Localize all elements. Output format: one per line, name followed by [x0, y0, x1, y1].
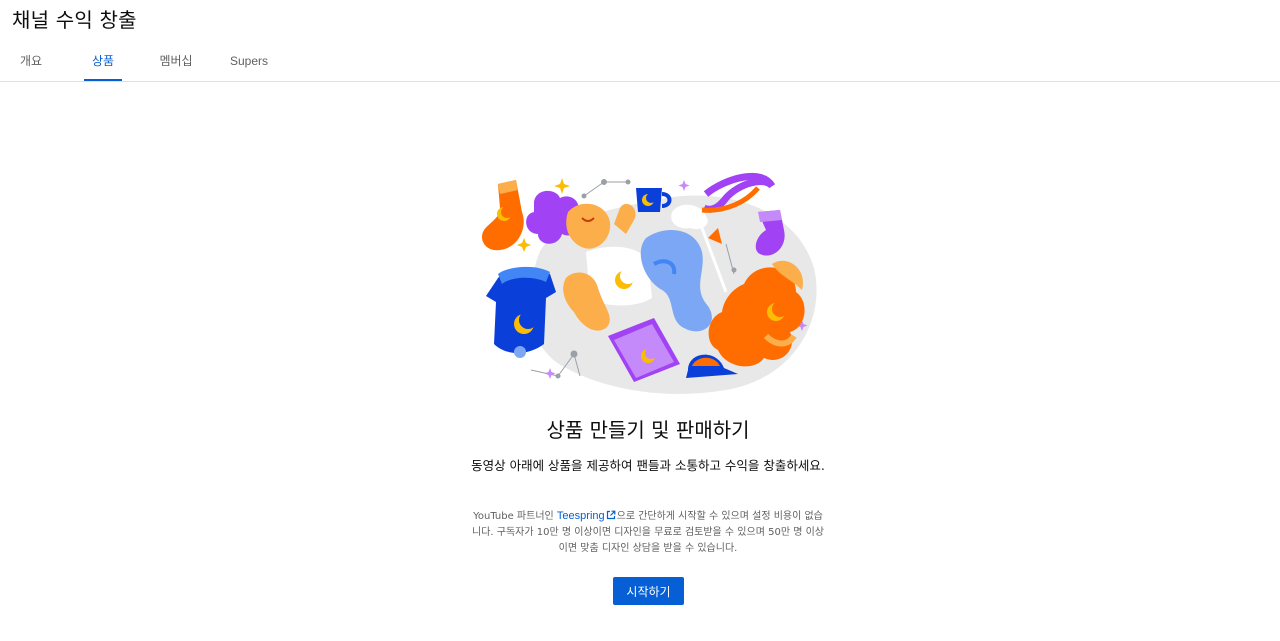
tab-membership[interactable]: 멤버십 — [154, 40, 198, 81]
page: 채널 수익 창출 개요 상품 멤버십 Supers 상품 만들기 및 판매하기 … — [0, 0, 1280, 641]
tab-overview[interactable]: 개요 — [12, 40, 50, 81]
section-description: 동영상 아래에 상품을 제공하여 팬들과 소통하고 수익을 창출하세요. — [471, 458, 825, 473]
teespring-link[interactable]: Teespring — [557, 510, 605, 522]
section-heading: 상품 만들기 및 판매하기 — [546, 418, 750, 442]
note-prefix: YouTube 파트너인 — [473, 511, 557, 522]
tab-merchandise[interactable]: 상품 — [84, 40, 122, 81]
external-link-icon[interactable] — [606, 510, 616, 520]
page-title: 채널 수익 창출 — [12, 8, 137, 32]
tab-bar: 개요 상품 멤버십 Supers — [0, 40, 1280, 82]
start-button[interactable]: 시작하기 — [613, 577, 684, 605]
merchandise-illustration — [481, 172, 817, 394]
tab-supers[interactable]: Supers — [228, 40, 270, 81]
teespring-note: YouTube 파트너인 Teespring 으로 간단하게 시작할 수 있으며 … — [470, 508, 826, 557]
